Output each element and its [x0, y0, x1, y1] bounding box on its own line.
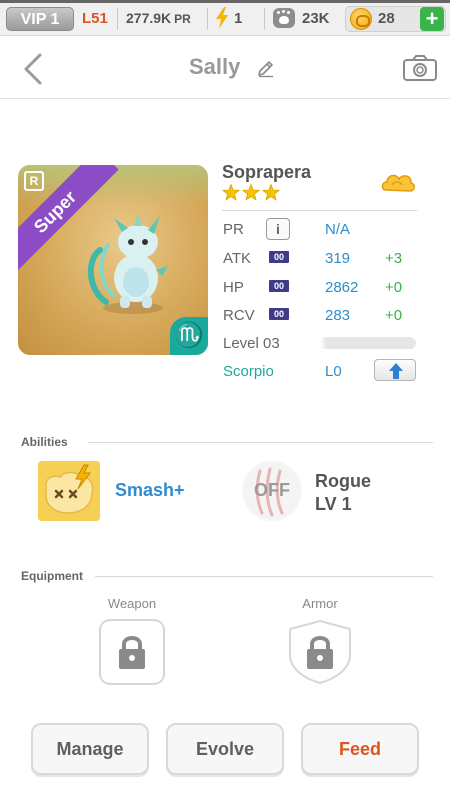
- status-separator: [207, 8, 208, 30]
- punch-face-icon: [38, 461, 100, 521]
- weapon-lock-icon: [99, 619, 165, 685]
- passive-ability-info[interactable]: Rogue LV 1: [315, 470, 371, 516]
- stat-badge-rcv: 00: [269, 308, 289, 320]
- energy-count: 1: [234, 10, 243, 27]
- zodiac-level: L0: [325, 363, 342, 380]
- abilities-divider: [88, 442, 433, 443]
- star-icon: [241, 184, 261, 201]
- add-coins-button[interactable]: +: [420, 7, 444, 31]
- header-divider: [0, 98, 450, 99]
- status-top-line: [0, 0, 450, 3]
- vip-badge[interactable]: VIP 1: [6, 7, 74, 31]
- pr-info-button[interactable]: i: [266, 218, 290, 240]
- zodiac-name: Scorpio: [223, 363, 274, 380]
- paw-count: 23K: [302, 10, 330, 27]
- weapon-label: Weapon: [107, 596, 157, 611]
- passive-ability-name: Rogue: [315, 471, 371, 491]
- feed-button[interactable]: Feed: [301, 723, 419, 775]
- info-divider: [222, 210, 417, 211]
- back-chevron-icon[interactable]: [18, 52, 48, 86]
- energy-bolt-icon: [216, 7, 228, 29]
- status-separator: [117, 8, 118, 30]
- passive-ability-state: OFF: [254, 480, 290, 500]
- pet-species-name: Soprapera: [222, 162, 312, 182]
- player-level: L51: [82, 10, 108, 27]
- status-bar: VIP 1 L51 277.9K PR 1 23K 28 +: [0, 0, 450, 36]
- stat-value-rcv: 283: [325, 307, 351, 324]
- equipment-section-title: Equipment: [21, 569, 83, 583]
- star-icon: [222, 184, 241, 201]
- pr-value: 277.9K: [126, 10, 172, 26]
- arrow-up-icon: [389, 363, 403, 379]
- stat-value-hp: 2862: [325, 279, 359, 296]
- weapon-slot[interactable]: [99, 619, 165, 685]
- stat-label-rcv: RCV: [223, 307, 255, 324]
- active-ability-name[interactable]: Smash+: [115, 480, 185, 501]
- status-separator: [264, 8, 265, 30]
- abilities-section-title: Abilities: [21, 435, 68, 449]
- pr-unit: PR: [174, 12, 191, 26]
- pet-portrait[interactable]: Super R ♏: [18, 165, 208, 355]
- coin-count: 28: [378, 10, 395, 27]
- star-rating: [222, 184, 281, 201]
- camera-icon[interactable]: [402, 54, 438, 82]
- stat-value-atk: 319: [325, 250, 351, 267]
- coin-icon: [350, 8, 372, 30]
- armor-slot[interactable]: [287, 619, 353, 685]
- zodiac-scorpio-icon: ♏: [170, 317, 208, 355]
- stat-badge-atk: 00: [269, 251, 289, 263]
- stat-label-hp: HP: [223, 279, 244, 296]
- stat-bonus-atk: +3: [385, 250, 403, 267]
- player-power-rating: 277.9K PR: [126, 10, 191, 26]
- edit-pencil-icon[interactable]: [256, 58, 276, 78]
- stat-bonus-rcv: +0: [385, 307, 403, 324]
- armor-lock-icon: [289, 619, 351, 685]
- evolve-button[interactable]: Evolve: [166, 723, 284, 775]
- cloud-element-icon: [381, 174, 415, 192]
- smash-ability-icon[interactable]: [38, 461, 100, 521]
- passive-ability-level: LV 1: [315, 494, 352, 514]
- zodiac-upgrade-button[interactable]: [374, 359, 416, 381]
- stat-badge-hp: 00: [269, 280, 289, 292]
- paw-icon: [273, 8, 295, 28]
- level-progress-bar: [322, 337, 416, 349]
- stat-value-pr: N/A: [325, 221, 351, 238]
- level-progress-fill: [322, 337, 325, 349]
- stat-bonus-hp: +0: [385, 279, 403, 296]
- manage-button[interactable]: Manage: [31, 723, 149, 775]
- pet-creature-image: [87, 214, 168, 314]
- equipment-divider: [95, 576, 433, 577]
- stat-label-pr: PR: [223, 221, 244, 238]
- rarity-badge: R: [24, 171, 44, 191]
- pet-level-label: Level 03: [223, 335, 280, 352]
- page-title: Sally: [189, 54, 241, 79]
- stat-label-atk: ATK: [223, 250, 252, 267]
- armor-label: Armor: [302, 596, 338, 611]
- star-icon: [261, 184, 281, 201]
